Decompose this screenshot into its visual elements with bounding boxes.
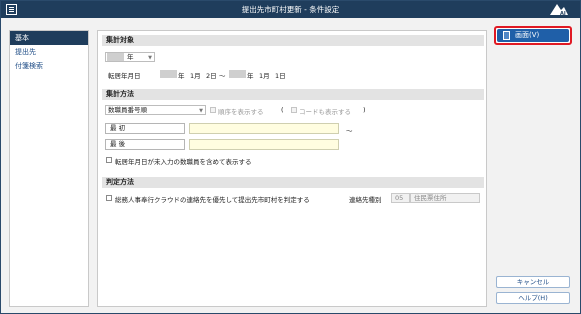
to-year-field[interactable] — [229, 70, 246, 78]
show-order-checkbox[interactable] — [210, 107, 216, 113]
first-value-input[interactable] — [189, 123, 339, 134]
paren-close: ) — [363, 106, 366, 114]
nav-item-sticky-search[interactable]: 付箋検索 — [10, 59, 88, 73]
include-empty-date-label: 転居年月日が未入力の数職員を含めて表示する — [115, 158, 252, 166]
cancel-button[interactable]: キャンセル — [496, 276, 570, 288]
from-year-field[interactable] — [160, 70, 177, 78]
chevron-down-icon: ▼ — [148, 55, 152, 61]
contact-type-label: 連絡先種別 — [349, 196, 382, 204]
right-button-panel: 画面(V) キャンセル ヘルプ(H) — [492, 24, 576, 307]
dialog-window: 提出先市町村更新 - 条件設定 AI 基本 提出先 付箋検索 集計対象 年 ▼ … — [0, 0, 581, 314]
display-button[interactable]: 画面(V) — [494, 26, 572, 45]
nav-item-basic[interactable]: 基本 — [10, 31, 88, 45]
include-empty-date-checkbox[interactable] — [106, 157, 112, 163]
section-header-aggregation-target: 集計対象 — [102, 35, 484, 46]
section-header-judgement-method: 判定方法 — [102, 177, 484, 188]
help-button[interactable]: ヘルプ(H) — [496, 292, 570, 304]
last-label-field: 最 後 — [105, 139, 185, 150]
to-month[interactable]: 1月 — [259, 70, 270, 80]
period-unit-value: 年 — [127, 53, 134, 61]
show-code-label: コードも表示する — [299, 108, 351, 116]
move-date-label: 転居年月日 — [108, 72, 141, 80]
section-header-aggregation-method: 集計方法 — [102, 89, 484, 100]
period-unit-select[interactable]: 年 ▼ — [105, 52, 155, 62]
last-value-input[interactable] — [189, 139, 339, 150]
chevron-down-icon: ▼ — [199, 108, 203, 114]
document-icon — [503, 31, 510, 40]
show-order-label: 順序を表示する — [218, 108, 264, 116]
prefer-contact-label: 総務人事奉行クラウドの連絡先を優先して提出先市町村を判定する — [115, 196, 310, 204]
from-day[interactable]: 2日 — [206, 70, 217, 80]
to-day[interactable]: 1日 — [275, 70, 286, 80]
contact-type-name: 住民票住所 — [410, 193, 480, 203]
prefer-contact-checkbox[interactable] — [106, 195, 112, 201]
date-range-tilde: ～ — [219, 72, 226, 80]
show-code-checkbox[interactable] — [291, 107, 297, 113]
range-tilde: ～ — [346, 127, 353, 135]
to-year-unit: 年 — [247, 72, 254, 80]
order-select-value: 数職員番号順 — [108, 106, 147, 114]
paren-open: ( — [281, 106, 284, 114]
display-button-body[interactable]: 画面(V) — [497, 29, 569, 42]
title-bar: 提出先市町村更新 - 条件設定 AI — [1, 1, 580, 18]
first-label-field: 最 初 — [105, 123, 185, 134]
main-panel: 集計対象 年 ▼ 転居年月日 年 1月 2日 ～ 年 1月 1日 集計方法 数職… — [97, 30, 487, 307]
from-year-unit: 年 — [178, 72, 185, 80]
contact-type-code: 05 — [391, 193, 410, 203]
from-month[interactable]: 1月 — [190, 70, 201, 80]
period-year-placeholder — [107, 53, 124, 61]
window-title: 提出先市町村更新 - 条件設定 — [241, 5, 340, 14]
nav-item-submission-destination[interactable]: 提出先 — [10, 45, 88, 59]
svg-text:AI: AI — [560, 11, 566, 17]
display-button-label: 画面(V) — [515, 31, 540, 39]
ai-logo-icon: AI — [550, 4, 568, 17]
order-select[interactable]: 数職員番号順 ▼ — [105, 105, 206, 115]
left-nav: 基本 提出先 付箋検索 — [9, 30, 89, 307]
